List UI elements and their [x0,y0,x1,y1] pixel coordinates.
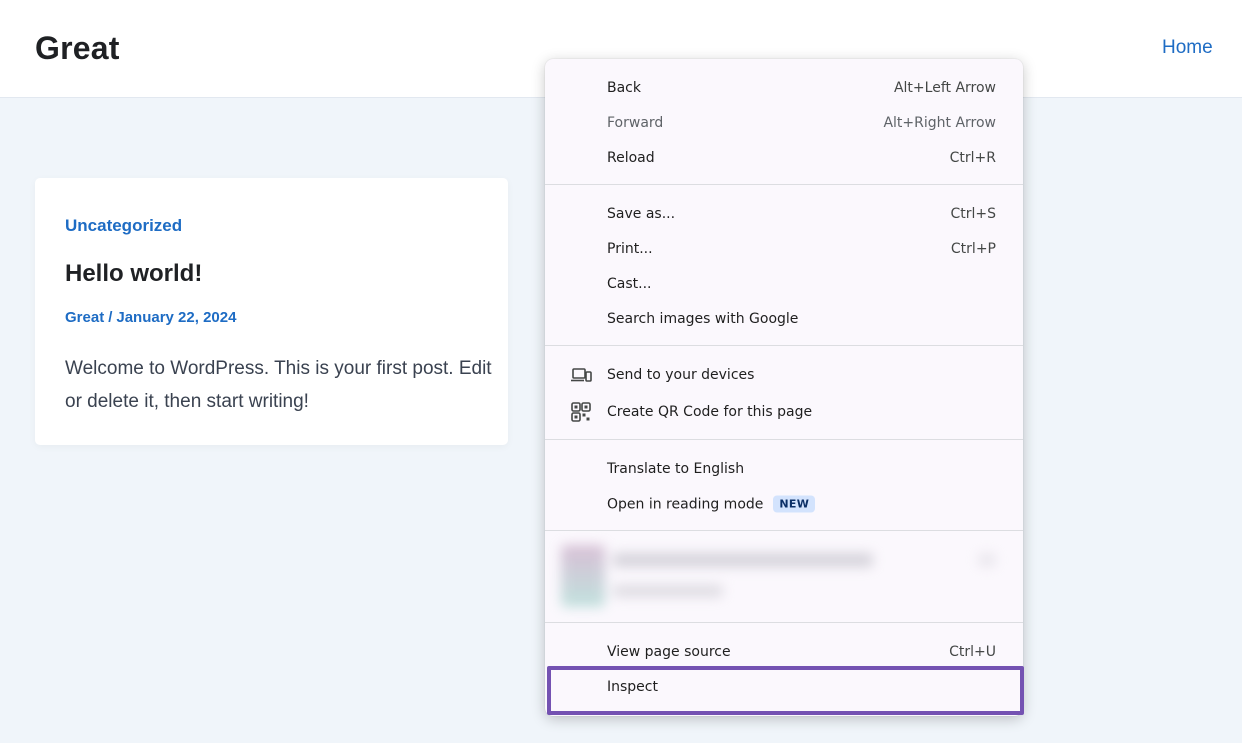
menu-item-shortcut: Alt+Left Arrow [893,79,996,96]
menu-item-shortcut: Ctrl+U [949,643,996,660]
menu-item-create-qr-code[interactable]: Create QR Code for this page [545,394,1023,429]
menu-item-label: Print... [607,240,653,257]
menu-item-cast[interactable]: Cast... [545,266,1023,301]
menu-separator [545,439,1023,440]
menu-item-label: Create QR Code for this page [607,403,813,420]
new-badge: NEW [773,495,816,512]
menu-item-translate[interactable]: Translate to English [545,451,1023,486]
menu-item-label: Send to your devices [607,366,755,383]
menu-item-shortcut: Ctrl+P [950,240,996,257]
menu-item-search-images[interactable]: Search images with Google [545,301,1023,336]
post-author-link[interactable]: Great [65,309,104,326]
menu-item-send-to-devices[interactable]: Send to your devices [545,357,1023,392]
menu-item-save-as[interactable]: Save as... Ctrl+S [545,196,1023,231]
menu-item-label: View page source [607,643,731,660]
devices-icon [571,367,592,382]
menu-separator [545,530,1023,531]
menu-item-label: Open in reading mode NEW [607,495,816,512]
blurred-shortcut [978,553,996,567]
reading-mode-label: Open in reading mode [607,496,764,512]
menu-separator [545,184,1023,185]
qr-code-icon [571,401,591,422]
menu-item-inspect[interactable]: Inspect [545,669,1023,704]
menu-item-label: Cast... [607,275,652,292]
menu-item-label: Forward [607,114,664,131]
post-card: Uncategorized Hello world! Great / January… [35,178,508,445]
menu-item-label: Inspect [607,678,658,695]
menu-item-label: Back [607,79,641,96]
blurred-thumbnail [561,545,605,607]
menu-separator [545,622,1023,623]
post-category-link[interactable]: Uncategorized [65,216,182,236]
menu-separator [545,345,1023,346]
menu-item-reload[interactable]: Reload Ctrl+R [545,140,1023,175]
menu-item-shortcut: Alt+Right Arrow [883,114,996,131]
menu-item-label: Search images with Google [607,310,799,327]
menu-item-print[interactable]: Print... Ctrl+P [545,231,1023,266]
blurred-extension-item[interactable] [553,537,1013,617]
nav-link-home[interactable]: Home [1162,37,1213,59]
menu-item-label: Translate to English [607,460,745,477]
menu-item-shortcut: Ctrl+R [949,149,996,166]
post-title[interactable]: Hello world! [65,260,202,288]
menu-item-forward[interactable]: Forward Alt+Right Arrow [545,105,1023,140]
post-excerpt: Welcome to WordPress. This is your first… [65,358,492,412]
menu-item-shortcut: Ctrl+S [950,205,996,222]
menu-item-label: Save as... [607,205,676,222]
blurred-text [613,553,873,567]
menu-item-label: Reload [607,149,655,166]
menu-item-back[interactable]: Back Alt+Left Arrow [545,70,1023,105]
post-meta-separator: / [108,309,113,326]
menu-item-reading-mode[interactable]: Open in reading mode NEW [545,486,1023,521]
post-meta: Great / January 22, 2024 [65,309,236,326]
blurred-text [613,585,723,597]
context-menu: Back Alt+Left Arrow Forward Alt+Right Ar… [545,59,1023,716]
menu-item-view-source[interactable]: View page source Ctrl+U [545,634,1023,669]
post-date-link[interactable]: January 22, 2024 [116,309,236,326]
site-title[interactable]: Great [35,30,120,67]
